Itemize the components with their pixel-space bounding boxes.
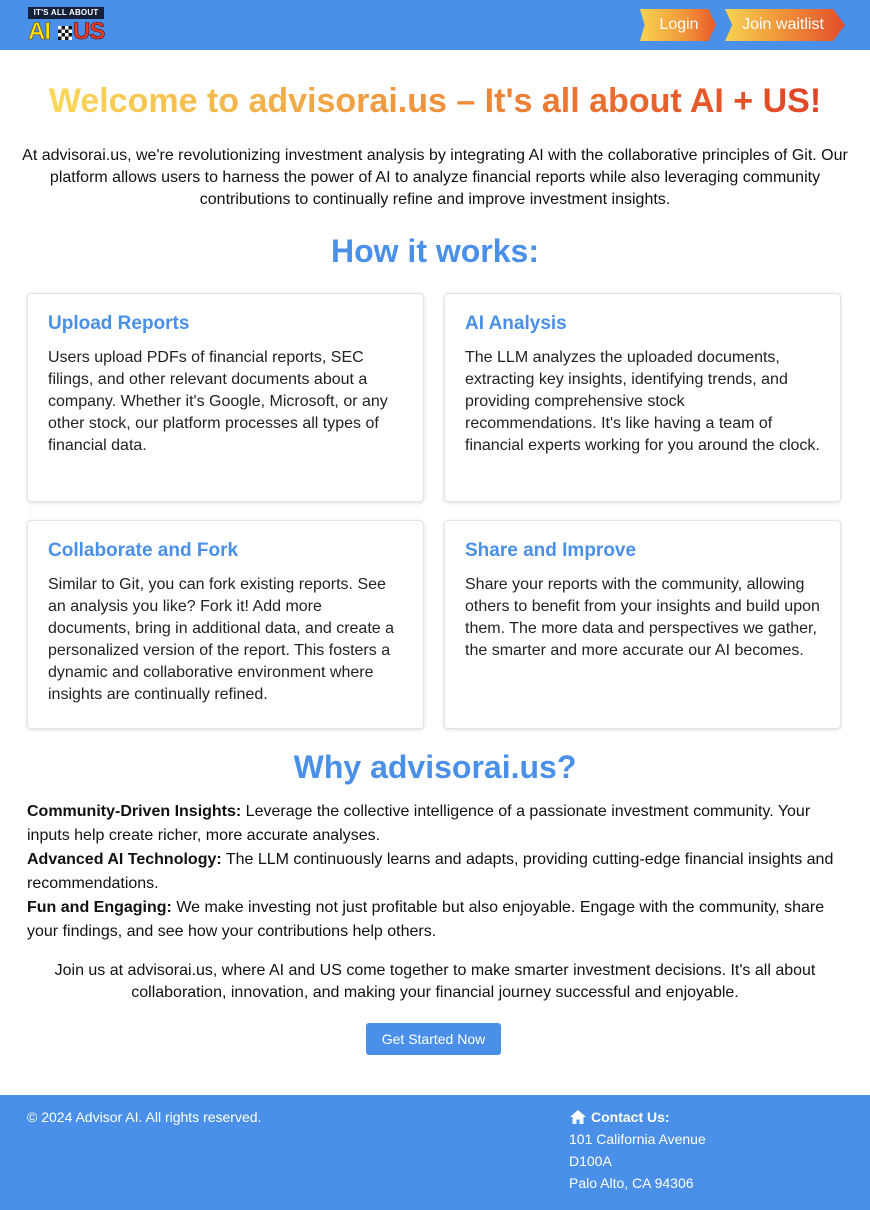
list-item: Community-Driven Insights: Leverage the … (27, 800, 847, 848)
card-title: AI Analysis (465, 313, 567, 334)
card-share-and-improve: Share and Improve Share your reports wit… (444, 520, 841, 729)
why-benefits-list: Community-Driven Insights: Leverage the … (27, 800, 847, 944)
card-body: Share your reports with the community, a… (465, 576, 820, 659)
home-icon (569, 1109, 587, 1125)
benefit-label: Fun and Engaging: (27, 899, 172, 916)
site-logo[interactable]: IT'S ALL ABOUT AI US (28, 7, 106, 45)
card-title: Share and Improve (465, 540, 637, 561)
top-navbar: IT'S ALL ABOUT AI US Login Join waitlist (0, 0, 870, 50)
why-heading: Why advisorai.us? (293, 749, 577, 785)
card-ai-analysis: AI Analysis The LLM analyzes the uploade… (444, 293, 841, 502)
card-title: Collaborate and Fork (48, 540, 239, 561)
page-title: Welcome to advisorai.us – It's all about… (0, 80, 870, 122)
hero-intro-text: At advisorai.us, we're revolutionizing i… (22, 147, 848, 208)
list-item: Fun and Engaging: We make investing not … (27, 896, 847, 944)
benefit-label: Community-Driven Insights: (27, 803, 242, 820)
contact-heading-label: Contact Us: (591, 1109, 670, 1125)
contact-heading: Contact Us: (569, 1106, 706, 1128)
how-it-works-heading: How it works: (330, 233, 539, 269)
closing-text: Join us at advisorai.us, where AI and US… (54, 962, 816, 1001)
benefit-label: Advanced AI Technology: (27, 851, 222, 868)
logo-checker-icon (58, 26, 72, 40)
footer: © 2024 Advisor AI. All rights reserved. … (0, 1095, 870, 1210)
card-body: Similar to Git, you can fork existing re… (48, 576, 395, 703)
card-upload-reports: Upload Reports Users upload PDFs of fina… (27, 293, 424, 502)
login-button[interactable]: Login (640, 9, 716, 41)
address-line: Palo Alto, CA 94306 (569, 1175, 694, 1191)
logo-ai-text: AI (28, 18, 52, 45)
card-body: The LLM analyzes the uploaded documents,… (465, 349, 820, 454)
card-collaborate-and-fork: Collaborate and Fork Similar to Git, you… (27, 520, 424, 729)
copyright-text: © 2024 Advisor AI. All rights reserved. (27, 1109, 262, 1125)
card-body: Users upload PDFs of financial reports, … (48, 349, 388, 454)
contact-block: Contact Us: 101 California Avenue D100A … (569, 1106, 706, 1194)
list-item: Advanced AI Technology: The LLM continuo… (27, 848, 847, 896)
card-title: Upload Reports (48, 313, 190, 334)
join-waitlist-button[interactable]: Join waitlist (725, 9, 845, 41)
address-line: 101 California Avenue (569, 1131, 706, 1147)
address-line: D100A (569, 1153, 612, 1169)
get-started-button[interactable]: Get Started Now (366, 1023, 501, 1055)
logo-us-text: US (73, 18, 106, 45)
